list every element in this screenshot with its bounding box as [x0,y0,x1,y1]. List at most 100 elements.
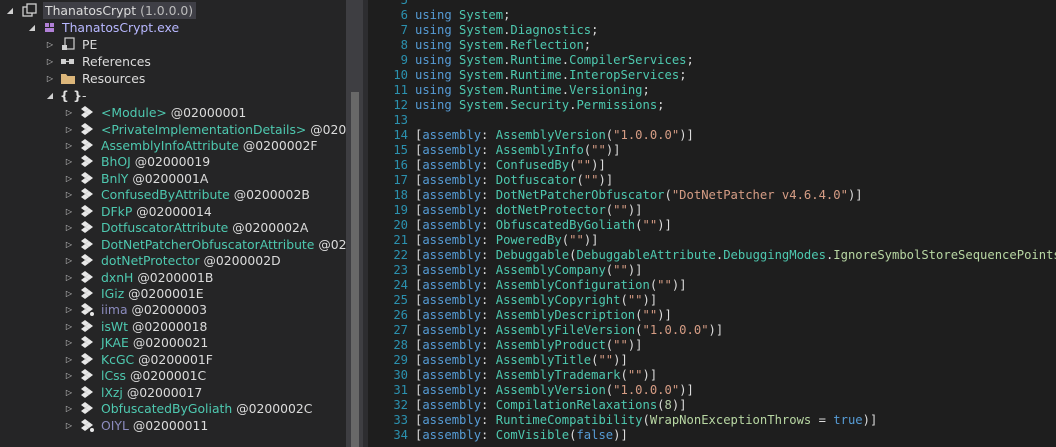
type-name: BhOJ [101,154,131,170]
tree-node-label: JKAE @02000021 [101,334,208,351]
assembly-icon [22,3,38,18]
tree-scrollbar-thumb[interactable] [351,92,359,447]
expand-arrow-icon[interactable]: ◢ [5,2,15,19]
collapsed-arrow-icon[interactable]: ▷ [64,203,74,220]
line-number: 13 [393,113,408,127]
line-text: [assembly: PoweredBy("")] [415,233,599,247]
tree-node-label: ObfuscatedByGoliath @0200002C [101,400,312,417]
line-number: 5 [400,0,408,7]
collapsed-arrow-icon[interactable]: ▷ [64,367,74,384]
line-number: 28 [393,338,408,352]
type-token: @0200001B [137,269,214,285]
type-name: DotNetPatcherObfuscatorAttribute [101,236,315,252]
collapsed-arrow-icon[interactable]: ▷ [64,219,74,236]
type-token: @02000019 [134,154,211,170]
type-token: @0200002 [310,121,346,137]
tree-node-label: ConfusedByAttribute @0200002B [101,186,310,203]
class-icon [79,352,95,367]
folder-icon [60,71,76,86]
type-token: @0200 [318,236,346,252]
line-number: 23 [393,263,408,277]
assembly-explorer: ◢ ThanatosCrypt (1.0.0.0) ◢ ThanatosCryp… [0,0,346,447]
class-icon [79,220,95,235]
type-token: @0200002F [242,137,318,153]
type-name: DFkP [101,203,133,219]
line-number: 18 [393,188,408,202]
collapsed-arrow-icon[interactable]: ▷ [64,400,74,417]
type-name: AssemblyInfoAttribute [101,137,239,153]
class-icon [79,187,95,202]
class-icon [79,253,95,268]
type-name: lCss [101,368,127,384]
tree-node-label: KcGC @0200001F [101,351,213,368]
tree-node-label: lCss @0200001C [101,367,206,384]
collapsed-arrow-icon[interactable]: ▷ [64,417,74,434]
collapsed-arrow-icon[interactable]: ▷ [64,351,74,368]
collapsed-arrow-icon[interactable]: ▷ [64,121,74,138]
class-icon [79,286,95,301]
line-text: [assembly: DotNetPatcherObfuscator("DotN… [415,188,863,202]
collapsed-arrow-icon[interactable]: ▷ [64,269,74,286]
line-text: using System.Diagnostics; [415,23,599,37]
type-token: @0200001F [138,351,213,367]
line-number: 32 [393,398,408,412]
tree-node-label: OIYL @02000011 [101,417,208,434]
expand-arrow-icon[interactable]: ◢ [27,19,37,36]
class-icon [79,401,95,416]
type-token: @0200002A [232,220,309,236]
type-name: KcGC [101,351,135,367]
type-token: @0200001A [132,170,209,186]
collapsed-arrow-icon[interactable]: ▷ [64,384,74,401]
line-text: [assembly: AssemblyTitle("")] [415,353,628,367]
line-text: [assembly: AssemblyTrademark("")] [415,368,658,382]
class-icon [79,237,95,252]
collapsed-arrow-icon[interactable]: ▷ [64,104,74,121]
type-token: @0200001C [129,368,207,384]
class-icon [79,302,95,317]
line-number: 22 [393,248,408,262]
type-name: DotfuscatorAttribute [101,220,229,236]
type-name: <PrivateImplementationDetails> [101,121,307,137]
collapsed-arrow-icon[interactable]: ▷ [64,186,74,203]
line-text: [assembly: CompilationRelaxations(8)] [415,398,687,412]
collapsed-arrow-icon[interactable]: ▷ [45,70,55,87]
collapsed-arrow-icon[interactable]: ▷ [64,318,74,335]
tree-node-label: dotNetProtector @0200002D [101,252,281,269]
line-number: 33 [393,413,408,427]
collapsed-arrow-icon[interactable]: ▷ [45,53,55,70]
collapsed-arrow-icon[interactable]: ▷ [45,36,55,53]
line-number: 8 [400,38,408,52]
collapsed-arrow-icon[interactable]: ▷ [64,334,74,351]
class-icon [79,138,95,153]
line-text: [assembly: ComVisible(false)] [415,428,628,442]
collapsed-arrow-icon[interactable]: ▷ [64,137,74,154]
class-icon [79,171,95,186]
tree-node-label: AssemblyInfoAttribute @0200002F [101,137,318,154]
expand-arrow-icon[interactable]: ◢ [45,87,55,104]
line-number: 19 [393,203,408,217]
type-token: @02000017 [126,384,203,400]
type-name: dxnH [101,269,134,285]
line-text: [assembly: ObfuscatedByGoliath("")] [415,218,672,232]
collapsed-arrow-icon[interactable]: ▷ [64,153,74,170]
code-editor[interactable]: 5 6 using System; 7 using System.Diagnostics… [368,0,1056,447]
line-text: using System.Reflection; [415,38,592,52]
line-number: 27 [393,323,408,337]
collapsed-arrow-icon[interactable]: ▷ [64,285,74,302]
type-name: dotNetProtector [101,253,200,268]
collapsed-arrow-icon[interactable]: ▷ [64,252,74,269]
line-number: 31 [393,383,408,397]
line-text: [assembly: AssemblyVersion("1.0.0.0")] [415,128,694,142]
collapsed-arrow-icon[interactable]: ▷ [64,170,74,187]
line-number: 11 [393,83,408,97]
line-text: using System.Runtime.CompilerServices; [415,53,694,67]
class-icon [79,204,95,219]
line-text: using System.Runtime.InteropServices; [415,68,687,82]
type-token: @0200002B [233,187,310,203]
namespace-icon: { } [60,88,82,103]
line-number: 26 [393,308,408,322]
collapsed-arrow-icon[interactable]: ▷ [64,236,74,253]
type-name: <Module> [101,105,167,120]
collapsed-arrow-icon[interactable]: ▷ [64,301,74,318]
type-name: lXzj [101,384,123,400]
